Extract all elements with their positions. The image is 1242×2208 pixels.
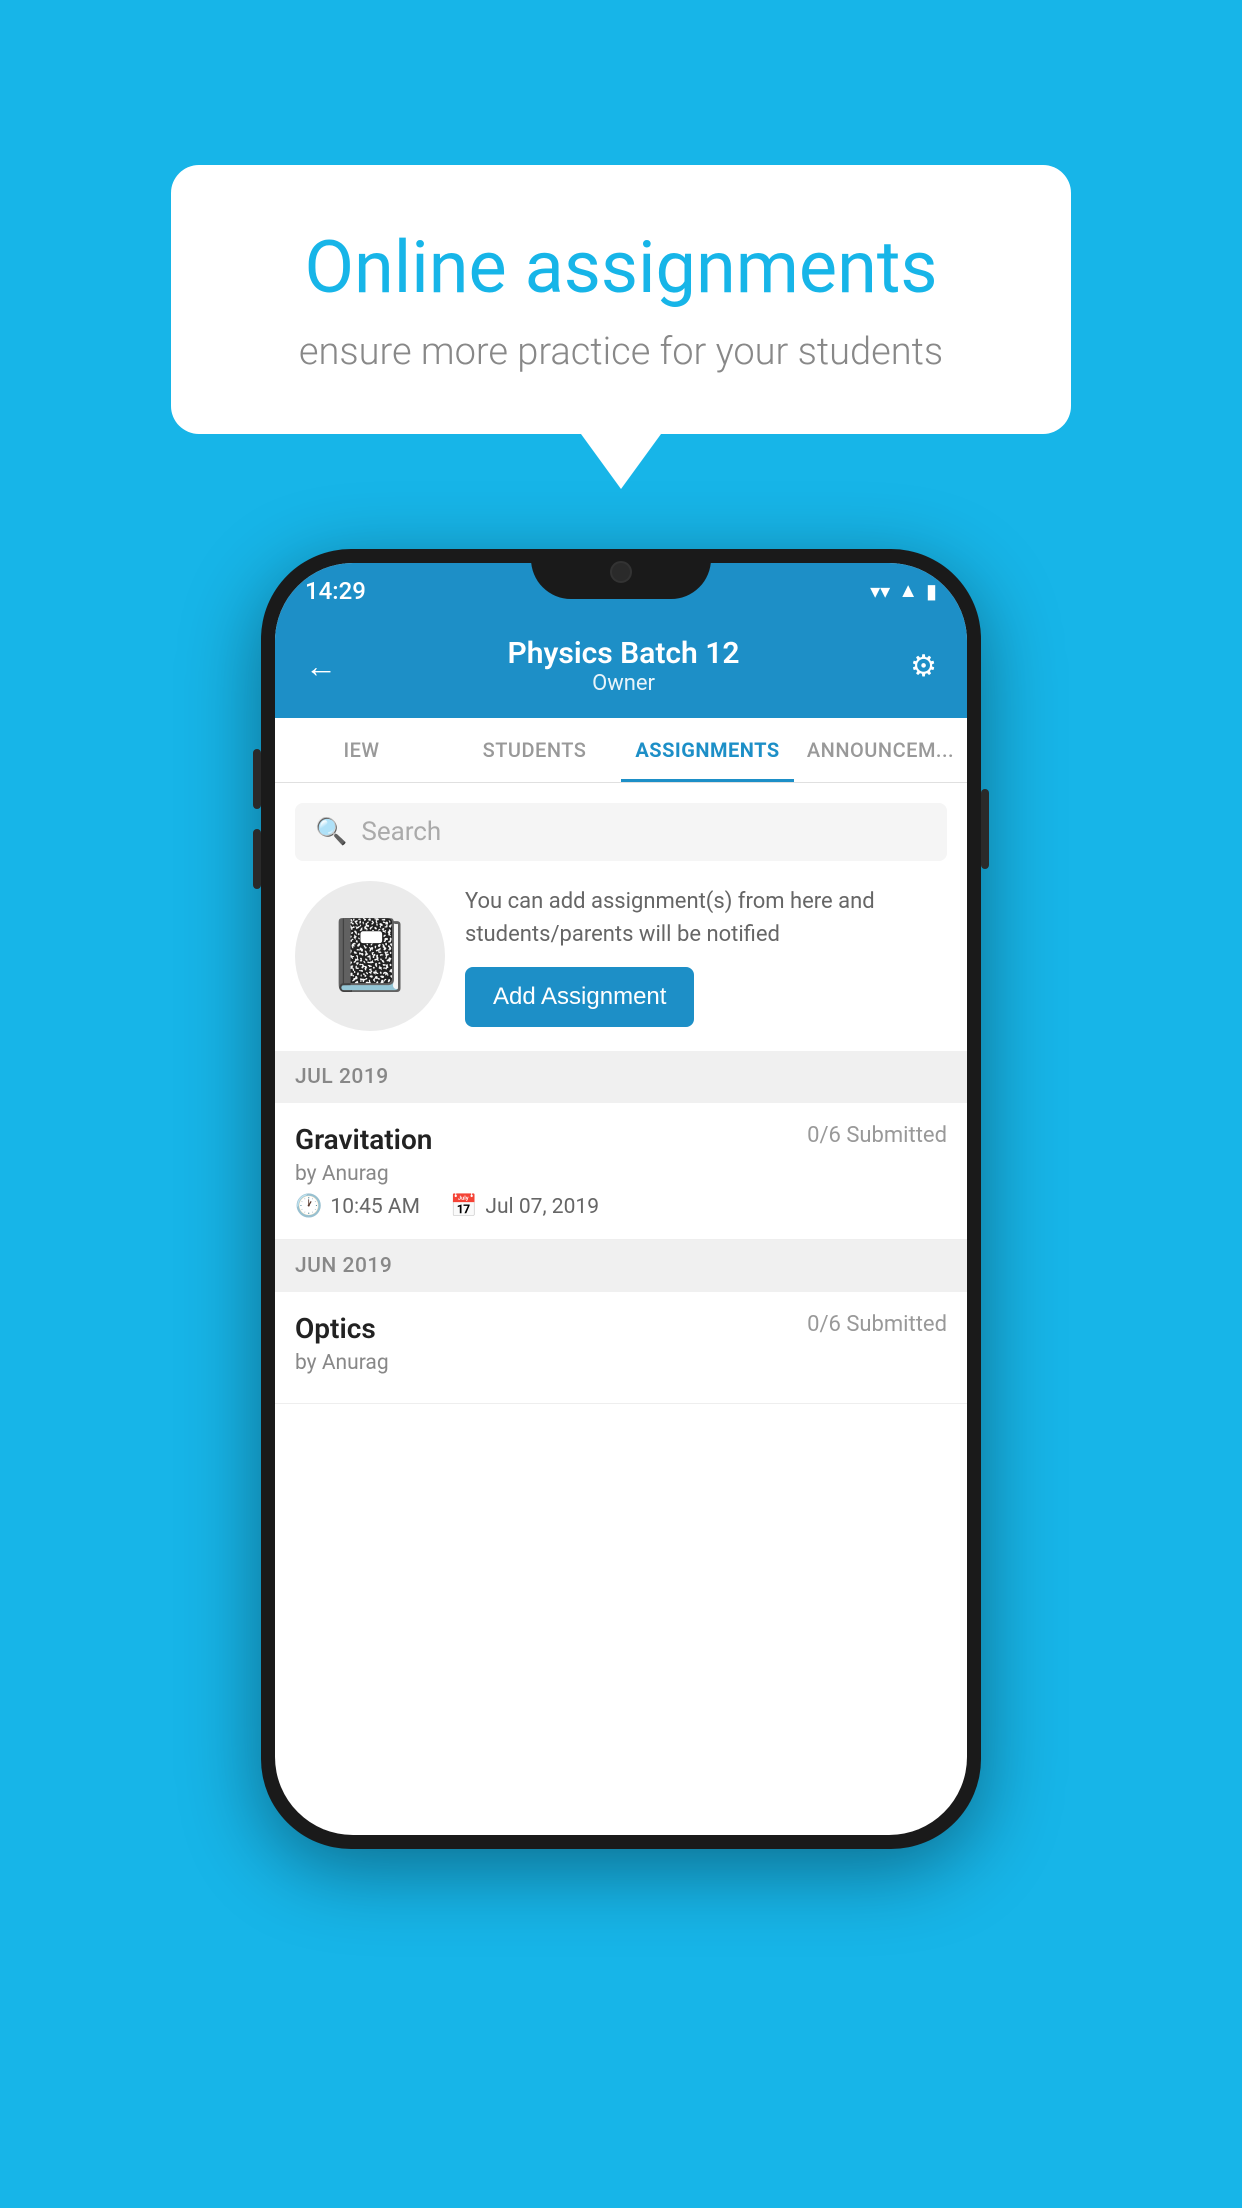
speech-bubble-subtitle: ensure more practice for your students <box>251 330 991 374</box>
assignment-submitted: 0/6 Submitted <box>807 1123 947 1148</box>
content-area: 🔍 Search 📓 You can add assignment(s) fro… <box>275 783 967 1404</box>
tab-assignments[interactable]: ASSIGNMENTS <box>621 718 794 782</box>
battery-icon: ▮ <box>926 579 937 603</box>
volume-up-button <box>253 749 261 809</box>
speech-bubble-title: Online assignments <box>251 225 991 310</box>
header-subtitle: Owner <box>508 671 740 696</box>
add-assignment-button[interactable]: Add Assignment <box>465 967 694 1027</box>
status-time: 14:29 <box>305 577 366 605</box>
phone-notch <box>531 549 711 599</box>
assignment-name: Gravitation <box>295 1123 432 1156</box>
assignment-row-top-optics: Optics 0/6 Submitted <box>295 1312 947 1345</box>
assignment-time: 🕐 10:45 AM <box>295 1194 420 1219</box>
speech-bubble-arrow <box>581 434 661 489</box>
assignment-meta: 🕐 10:45 AM 📅 Jul 07, 2019 <box>295 1194 947 1219</box>
calendar-icon: 📅 <box>450 1194 477 1219</box>
promo-text-area: You can add assignment(s) from here and … <box>465 885 947 1027</box>
assignment-author-optics: by Anurag <box>295 1351 947 1375</box>
header-title: Physics Batch 12 <box>508 636 740 671</box>
clock-icon: 🕐 <box>295 1194 322 1219</box>
status-icons: ▾▾ ▲ ▮ <box>870 578 937 603</box>
assignment-item-gravitation[interactable]: Gravitation 0/6 Submitted by Anurag 🕐 10… <box>275 1103 967 1240</box>
phone-mockup: 14:29 ▾▾ ▲ ▮ ← Physics Batch 12 Owner ⚙ … <box>261 549 981 1849</box>
phone-screen: 14:29 ▾▾ ▲ ▮ ← Physics Batch 12 Owner ⚙ … <box>275 563 967 1835</box>
assignment-item-optics[interactable]: Optics 0/6 Submitted by Anurag <box>275 1292 967 1404</box>
section-header-jul: JUL 2019 <box>275 1051 967 1103</box>
tab-students[interactable]: STUDENTS <box>448 718 621 782</box>
app-header: ← Physics Batch 12 Owner ⚙ <box>275 618 967 718</box>
search-placeholder: Search <box>361 817 441 847</box>
settings-button[interactable]: ⚙ <box>910 649 937 684</box>
assignment-promo: 📓 You can add assignment(s) from here an… <box>295 881 947 1031</box>
tab-announcements[interactable]: ANNOUNCEM... <box>794 718 967 782</box>
assignment-submitted-optics: 0/6 Submitted <box>807 1312 947 1337</box>
speech-bubble: Online assignments ensure more practice … <box>171 165 1071 434</box>
wifi-icon: ▾▾ <box>870 579 890 603</box>
back-button[interactable]: ← <box>305 647 337 685</box>
phone-camera <box>610 561 632 583</box>
tab-iew[interactable]: IEW <box>275 718 448 782</box>
tabs-bar: IEW STUDENTS ASSIGNMENTS ANNOUNCEM... <box>275 718 967 783</box>
section-header-jun: JUN 2019 <box>275 1240 967 1292</box>
assignment-author: by Anurag <box>295 1162 947 1186</box>
promo-description: You can add assignment(s) from here and … <box>465 885 947 951</box>
power-button <box>981 789 989 869</box>
volume-down-button <box>253 829 261 889</box>
header-center: Physics Batch 12 Owner <box>508 636 740 696</box>
assignment-name-optics: Optics <box>295 1312 376 1345</box>
notebook-icon: 📓 <box>326 915 413 997</box>
promo-icon-circle: 📓 <box>295 881 445 1031</box>
search-icon: 🔍 <box>315 817 347 847</box>
signal-icon: ▲ <box>898 578 918 603</box>
assignment-date: 📅 Jul 07, 2019 <box>450 1194 599 1219</box>
assignment-row-top: Gravitation 0/6 Submitted <box>295 1123 947 1156</box>
search-bar[interactable]: 🔍 Search <box>295 803 947 861</box>
speech-bubble-wrapper: Online assignments ensure more practice … <box>171 165 1071 489</box>
